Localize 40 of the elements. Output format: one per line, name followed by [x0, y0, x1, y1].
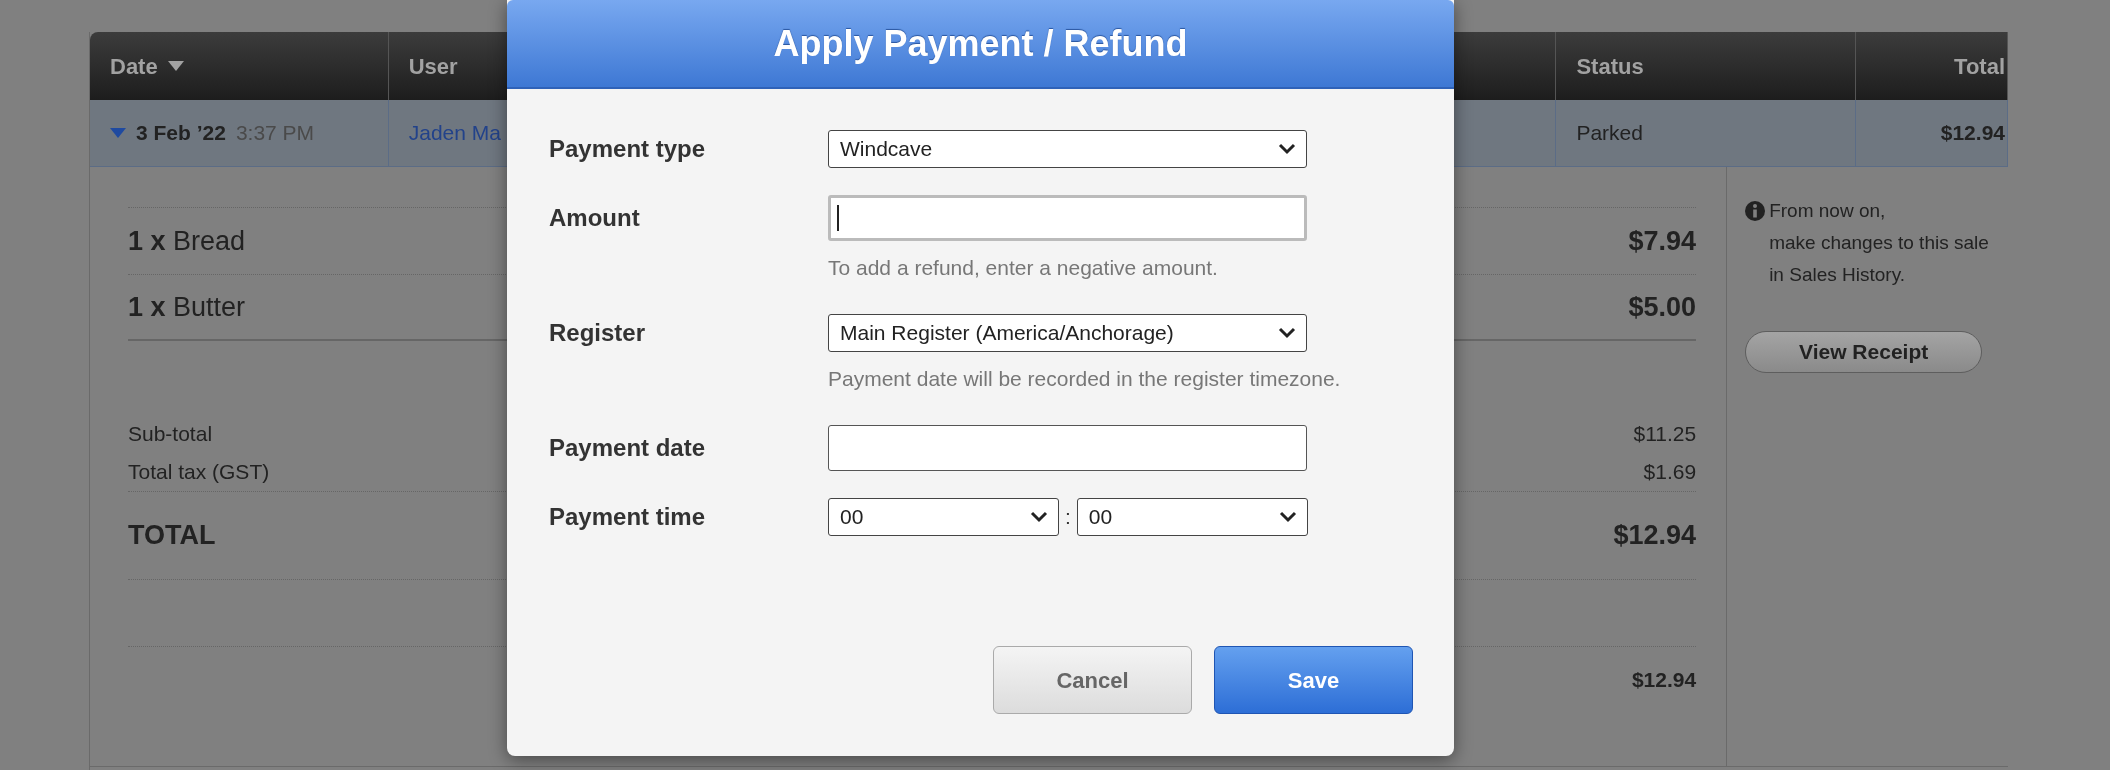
field-label: Payment date — [549, 433, 707, 463]
dialog-title: Apply Payment / Refund — [773, 21, 1188, 66]
dropdown[interactable]: Windcave — [828, 130, 1307, 168]
item-price: $5.00 — [1628, 290, 1697, 324]
date-text: 3 Feb ’22 — [136, 120, 226, 147]
edit-sale-link[interactable]: make changes to this sale — [1769, 232, 1989, 253]
item-price: $7.94 — [1628, 224, 1697, 258]
save-button[interactable]: Save — [1214, 646, 1413, 714]
chevron-icon — [1278, 143, 1296, 155]
item-name: 1 x Bread — [128, 224, 246, 258]
field-label: Amount — [549, 203, 641, 233]
amount-value: $12.94 — [1631, 667, 1697, 694]
view-receipt-button[interactable]: View Receipt — [1745, 331, 1983, 373]
chevron-icon — [1278, 327, 1296, 339]
field-label: Payment time — [549, 502, 707, 532]
chevron-icon — [1030, 511, 1048, 523]
item-name: 1 x Butter — [128, 290, 246, 324]
text-cursor — [837, 205, 839, 231]
hint-text: Payment date will be recorded in the register timezone. — [828, 366, 1342, 392]
dropdown[interactable]: Main Register (America/Anchorage) — [828, 314, 1307, 352]
info-note: From now on, make changes to this sale in Sales History. — [1769, 199, 1990, 287]
input-field[interactable] — [828, 195, 1307, 241]
total-text: $12.94 — [1940, 120, 2005, 147]
time-separator: : — [1065, 504, 1071, 531]
dropdown[interactable]: 00 — [828, 498, 1059, 536]
hint-text: To add a refund, enter a negative amount. — [828, 255, 1219, 281]
info-icon — [1745, 201, 1766, 221]
field-label: Register — [549, 318, 647, 348]
status-text: Parked — [1576, 120, 1643, 147]
dropdown[interactable]: 00 — [1076, 498, 1308, 536]
input-field[interactable] — [828, 425, 1307, 471]
tax-label: Total tax (GST) — [128, 459, 270, 486]
chevron-icon — [1278, 511, 1297, 523]
total-value: $12.94 — [1613, 519, 1697, 553]
field-label: Payment type — [549, 134, 707, 164]
total-label: TOTAL — [128, 519, 216, 553]
tax-value: $1.69 — [1643, 459, 1697, 486]
subtotal-value: $11.25 — [1633, 421, 1697, 448]
cancel-button[interactable]: Cancel — [993, 646, 1192, 714]
subtotal-label: Sub-total — [128, 421, 213, 448]
